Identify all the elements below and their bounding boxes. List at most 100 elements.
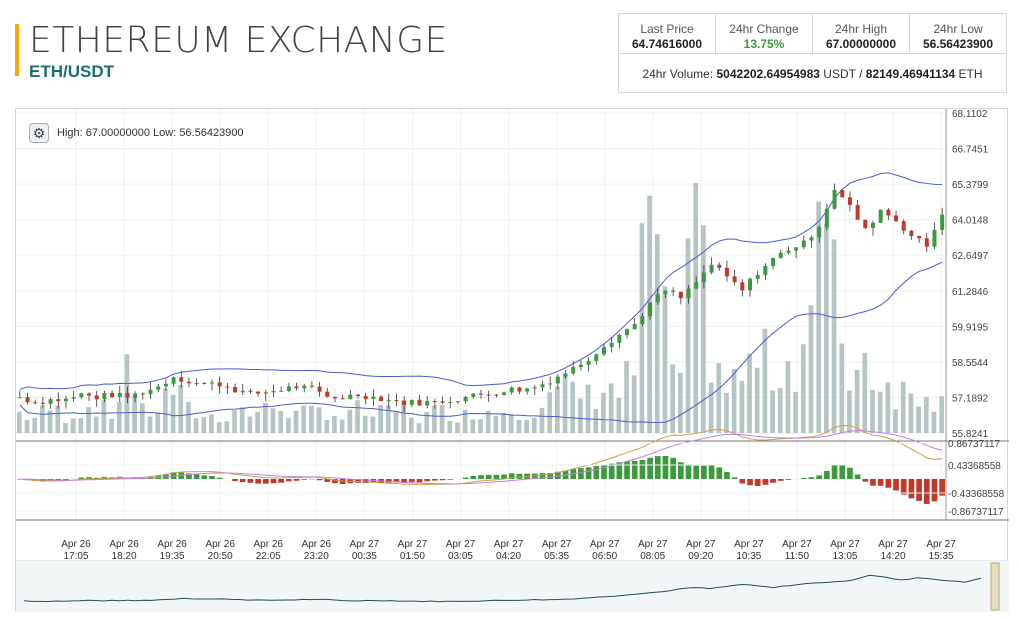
macd-histogram-bar — [908, 479, 915, 499]
candle — [824, 208, 829, 228]
macd-histogram-bar — [439, 479, 446, 481]
volume-bar — [347, 409, 353, 433]
volume-bar — [293, 410, 299, 433]
macd-histogram-bar — [877, 479, 884, 486]
candle — [133, 393, 138, 398]
macd-histogram-bar — [685, 464, 692, 479]
time-tick: 03:05 — [448, 551, 473, 562]
candle — [110, 393, 115, 398]
candle — [194, 383, 199, 385]
candle — [48, 399, 53, 404]
volume-bar — [155, 412, 161, 433]
macd-histogram-bar — [416, 479, 423, 483]
time-tick: Apr 27 — [494, 539, 524, 550]
volume-bar — [178, 384, 184, 433]
chart-canvas[interactable]: 68.1102 66.7451 65.3799 64.0148 62.6497 61.28… — [16, 109, 1009, 612]
macd-histogram-bar — [316, 479, 323, 481]
navigator-handle[interactable] — [990, 562, 1000, 611]
candle — [940, 214, 945, 230]
candle — [855, 204, 860, 220]
market-stats: Last Price 64.74616000 24hr Change 13.75% … — [618, 13, 1007, 93]
volume-bar — [408, 417, 414, 433]
volume-bar — [116, 401, 122, 433]
value: 56.56423900 — [922, 37, 994, 51]
macd-histogram-bar — [478, 475, 484, 479]
volume-bar — [839, 343, 845, 433]
volume-bar — [893, 409, 898, 433]
candle — [217, 382, 222, 387]
candle — [386, 400, 391, 402]
candle — [263, 392, 268, 394]
volume-bar — [770, 390, 775, 433]
macd-histogram-bar — [216, 477, 223, 479]
candle — [671, 290, 676, 292]
time-tick: 13:05 — [832, 551, 857, 562]
macd-histogram-bar — [408, 479, 415, 482]
macd-histogram-bar — [777, 479, 784, 481]
label: Last Price — [640, 22, 694, 36]
macd-histogram-bar — [424, 479, 431, 482]
candle — [701, 272, 706, 283]
candle — [248, 390, 253, 392]
candle — [640, 316, 645, 325]
value: 67.00000000 — [825, 37, 897, 51]
macd-histogram-bar — [485, 474, 492, 479]
candle — [286, 386, 291, 391]
candle — [901, 221, 906, 231]
candle — [432, 401, 437, 403]
volume-bar — [608, 383, 614, 433]
settings-gear-icon[interactable]: ⚙ — [29, 123, 49, 143]
volume-bar — [55, 405, 61, 433]
macd-histogram-bar — [739, 479, 746, 484]
candle — [102, 393, 107, 400]
volume-bar — [462, 409, 468, 433]
macd-histogram-bar — [724, 471, 730, 479]
time-tick: Apr 26 — [302, 539, 332, 550]
macd-histogram-bar — [63, 479, 69, 480]
price-tick: 61.2846 — [952, 287, 989, 298]
macd-histogram-bar — [693, 465, 700, 479]
candle — [663, 290, 668, 295]
volume-bar — [547, 392, 553, 433]
macd-histogram-bar — [831, 465, 838, 479]
time-tick: Apr 26 — [157, 539, 187, 550]
volume-bar — [739, 381, 745, 433]
candle — [617, 335, 622, 343]
macd-histogram-bar — [824, 470, 830, 479]
candle — [870, 222, 875, 228]
label: 24hr High — [834, 22, 888, 36]
macd-histogram-bar — [931, 479, 938, 502]
volume-bar — [501, 413, 506, 433]
volume-bar — [747, 353, 752, 433]
macd-tick: -0.43368558 — [948, 489, 1005, 500]
volume-bar — [677, 372, 683, 433]
time-tick: Apr 27 — [830, 539, 860, 550]
volume-bar — [570, 381, 576, 433]
macd-histogram-bar — [631, 460, 638, 479]
macd-histogram-bar — [670, 457, 676, 479]
macd-histogram-bar — [701, 465, 707, 479]
candle — [486, 394, 491, 396]
price-chart[interactable]: 68.1102 66.7451 65.3799 64.0148 62.6497 61.28… — [15, 108, 1009, 612]
volume-bar — [708, 382, 714, 433]
time-tick: 06:50 — [592, 551, 617, 562]
candle — [256, 391, 261, 394]
volume-bar — [147, 416, 153, 433]
unit: ETH — [958, 67, 983, 81]
value: 13.75% — [743, 37, 785, 51]
high-low-readout: High: 67.00000000 Low: 56.56423900 — [57, 127, 244, 139]
price-tick: 59.9195 — [952, 322, 989, 333]
time-tick: 04:20 — [496, 551, 521, 562]
pair-label: ETH/USDT — [29, 62, 114, 81]
candle — [179, 377, 184, 382]
volume-bar — [731, 368, 737, 433]
volume-bar — [17, 411, 22, 433]
macd-histogram-bar — [893, 479, 899, 491]
candle — [163, 383, 168, 387]
macd-histogram-bar — [770, 479, 776, 483]
candle — [33, 402, 38, 404]
volume-bar — [70, 418, 76, 433]
candle — [886, 209, 891, 216]
macd-histogram-bar — [516, 473, 523, 479]
candle — [594, 354, 599, 361]
